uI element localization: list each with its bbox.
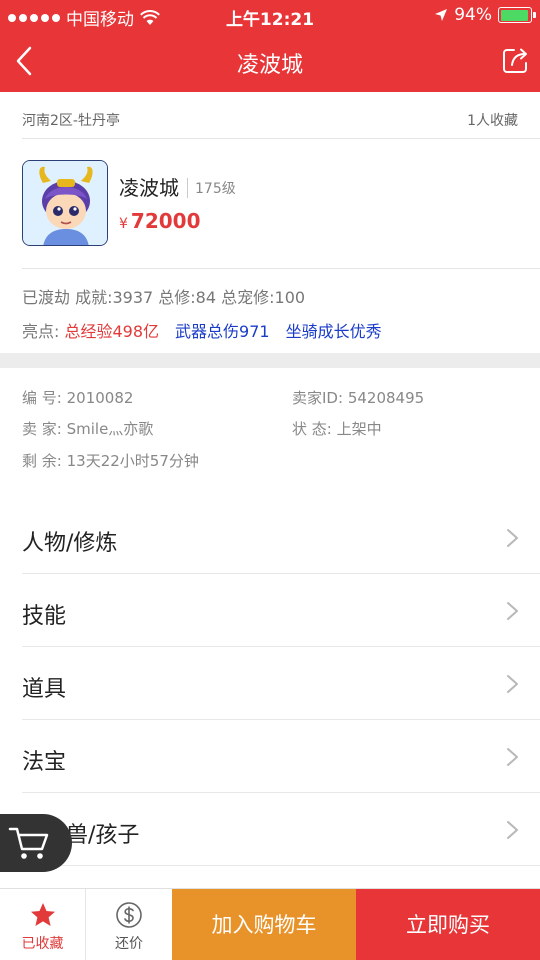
listing-id-value: 2010082 xyxy=(66,389,134,407)
highlight-item: 武器总伤971 xyxy=(175,322,270,341)
share-icon[interactable] xyxy=(500,44,530,76)
seller-id-value: 54208495 xyxy=(347,389,425,407)
status-bar: 中国移动 上午12:21 94% xyxy=(0,0,540,30)
favorite-button[interactable]: 已收藏 xyxy=(0,889,86,960)
role-avatar xyxy=(22,160,108,246)
battery-icon xyxy=(498,7,536,23)
section-separator xyxy=(0,353,540,368)
nav-bar: 凌波城 xyxy=(0,30,540,92)
currency-symbol: ¥ xyxy=(119,216,128,232)
role-level: 175级 xyxy=(187,178,236,198)
remaining-label: 剩 余: xyxy=(22,452,62,470)
menu-item-label: 人物/修炼 xyxy=(22,531,118,556)
listing-state: 状 态: 上架中 xyxy=(292,418,382,439)
remaining-time: 剩 余: 13天22小时57分钟 xyxy=(22,450,199,471)
menu-item-label: 道具 xyxy=(22,677,67,702)
floating-cart-button[interactable] xyxy=(0,814,72,872)
seller: 卖 家: Smile灬亦歌 xyxy=(22,418,153,439)
page-title: 凌波城 xyxy=(236,53,303,78)
highlight-item: 总经验498亿 xyxy=(64,322,160,341)
bargain-label: 还价 xyxy=(115,936,143,952)
bargain-button[interactable]: 还价 xyxy=(86,889,172,960)
remaining-value: 13天22小时57分钟 xyxy=(66,452,199,470)
buy-now-button[interactable]: 立即购买 xyxy=(356,889,540,960)
chevron-right-icon xyxy=(507,821,518,839)
top-bar: 中国移动 上午12:21 94% 凌波城 xyxy=(0,0,540,92)
favorite-label: 已收藏 xyxy=(21,936,64,952)
chevron-right-icon xyxy=(507,675,518,693)
menu-item-character[interactable]: 人物/修炼 xyxy=(22,501,540,574)
listing-id: 编 号: 2010082 xyxy=(22,387,133,408)
highlights: 亮点: 总经验498亿 武器总伤971 坐骑成长优秀 xyxy=(22,318,382,342)
character-portrait-icon xyxy=(23,161,107,245)
battery-fill xyxy=(500,9,528,21)
highlights-label: 亮点: xyxy=(22,322,60,341)
seller-label: 卖 家: xyxy=(22,420,62,438)
chevron-right-icon xyxy=(507,529,518,547)
menu-item-treasures[interactable]: 法宝 xyxy=(22,720,540,793)
highlight-item: 坐骑成长优秀 xyxy=(285,322,382,341)
listing-subheader: 河南2区-牡丹亭 1人收藏 xyxy=(22,110,518,138)
menu-item-label: 法宝 xyxy=(22,750,67,775)
role-price: ¥72000 xyxy=(119,209,201,233)
state-label: 状 态: xyxy=(292,420,332,438)
star-icon xyxy=(30,903,55,926)
menu-item-pets[interactable]: 召唤兽/孩子 xyxy=(22,793,540,866)
favorite-count: 1人收藏 xyxy=(467,113,518,129)
divider xyxy=(22,138,540,139)
menu-item-items[interactable]: 道具 xyxy=(22,647,540,720)
menu-item-skills[interactable]: 技能 xyxy=(22,574,540,647)
chevron-right-icon xyxy=(507,602,518,620)
role-stats: 已渡劫 成就:3937 总修:84 总宠修:100 xyxy=(22,288,306,307)
bottom-action-bar: 已收藏 还价 加入购物车 立即购买 xyxy=(0,888,540,960)
status-right: 94% xyxy=(434,5,536,25)
seller-id-label: 卖家ID: xyxy=(292,389,344,407)
dollar-circle-icon xyxy=(116,902,142,928)
state-value: 上架中 xyxy=(336,420,382,438)
seller-value: Smile灬亦歌 xyxy=(66,420,154,438)
divider xyxy=(22,268,540,269)
menu-item-label: 技能 xyxy=(22,604,67,629)
chevron-right-icon xyxy=(507,748,518,766)
seller-id: 卖家ID: 54208495 xyxy=(292,387,424,408)
listing-id-label: 编 号: xyxy=(22,389,62,407)
add-to-cart-button[interactable]: 加入购物车 xyxy=(172,889,356,960)
server-name: 河南2区-牡丹亭 xyxy=(22,113,120,129)
location-arrow-icon xyxy=(435,9,448,21)
battery-percent: 94% xyxy=(454,5,492,25)
shopping-cart-icon xyxy=(8,827,49,859)
role-name: 凌波城 xyxy=(119,176,179,200)
price-value: 72000 xyxy=(130,209,201,233)
